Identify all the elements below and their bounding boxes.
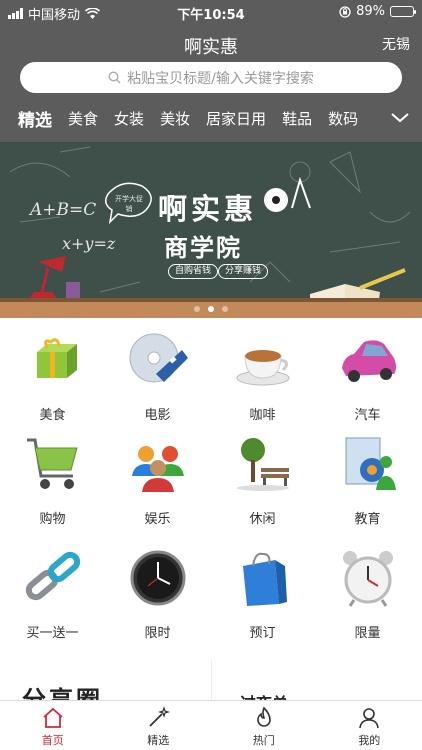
- grid-item-car[interactable]: 汽车: [315, 328, 420, 423]
- search-bar[interactable]: 粘贴宝贝标题/输入关键字搜索: [20, 62, 402, 93]
- category-tab[interactable]: 精选: [18, 106, 52, 131]
- tab-featured[interactable]: 精选: [106, 701, 212, 750]
- home-icon: [43, 707, 63, 728]
- tab-label: 精选: [147, 734, 170, 747]
- grid-item-entertainment[interactable]: 娱乐: [105, 432, 210, 527]
- chain-link-icon: [25, 551, 80, 601]
- battery-icon: [390, 6, 416, 17]
- shopping-cart-icon: [26, 438, 78, 489]
- tab-label: 首页: [41, 734, 64, 747]
- grid-item-reserve[interactable]: 预订: [210, 546, 315, 641]
- banner-pagination: [0, 306, 422, 312]
- orientation-lock-icon: [339, 5, 351, 18]
- grid-item-food[interactable]: 美食: [0, 328, 105, 423]
- tab-label: 我的: [358, 734, 381, 747]
- grid-item-leisure[interactable]: 休闲: [210, 432, 315, 527]
- category-tab[interactable]: 鞋品: [282, 108, 312, 129]
- grid-item-label: 汽车: [354, 408, 381, 423]
- film-disc-icon: [129, 333, 188, 383]
- park-bench-icon: [236, 438, 289, 491]
- city-selector[interactable]: 无锡: [382, 34, 410, 54]
- grid-item-shopping[interactable]: 购物: [0, 432, 105, 527]
- banner-tag-save: 自购省钱: [168, 264, 219, 279]
- tab-me[interactable]: 我的: [317, 701, 422, 750]
- category-tab[interactable]: 美食: [68, 108, 98, 129]
- grid-item-label: 购物: [39, 512, 66, 527]
- pagination-dot[interactable]: [194, 306, 200, 312]
- education-icon: [345, 437, 396, 490]
- banner-subtitle: 商学院: [164, 233, 242, 262]
- grid-item-label: 限量: [354, 626, 381, 641]
- grid-item-buy-one-get-one[interactable]: 买一送一: [0, 546, 105, 641]
- grid-item-label: 买一送一: [26, 626, 79, 641]
- alarm-clock-icon: [342, 551, 393, 607]
- grid-item-label: 预订: [249, 626, 276, 641]
- grid-item-education[interactable]: 教育: [315, 432, 420, 527]
- battery-percent: 89%: [356, 4, 385, 19]
- grid-item-label: 娱乐: [144, 512, 171, 527]
- pagination-dot[interactable]: [222, 306, 228, 312]
- grid-item-movie[interactable]: 电影: [105, 328, 210, 423]
- gift-box-icon: [36, 338, 77, 378]
- clock-icon: [130, 550, 185, 606]
- car-icon: [341, 340, 396, 382]
- grid-item-coffee[interactable]: 咖啡: [210, 328, 315, 423]
- magic-wand-icon: [149, 706, 171, 727]
- page-title: 啊实惠: [184, 37, 238, 58]
- banner-tag-earn: 分享赚钱: [218, 264, 269, 279]
- coffee-cup-icon: [236, 350, 289, 386]
- category-tab[interactable]: 美妆: [160, 108, 190, 129]
- search-placeholder: 粘贴宝贝标题/输入关键字搜索: [127, 70, 314, 87]
- category-tab[interactable]: 居家日用: [206, 108, 266, 129]
- grid-item-label: 美食: [39, 408, 66, 423]
- header: 中国移动 下午10:54 89% 啊实惠 无锡 粘贴宝贝标题/输入关键字搜索 精…: [0, 0, 422, 142]
- flame-icon: [256, 706, 271, 727]
- bubble-text: 开学大促销: [115, 195, 143, 213]
- category-tab[interactable]: 数码: [328, 108, 358, 129]
- chalk-formula-a: A+B=C: [30, 200, 97, 220]
- grid-item-label: 咖啡: [249, 408, 276, 423]
- category-tab[interactable]: 女装: [114, 108, 144, 129]
- tab-label: 热门: [252, 734, 275, 747]
- card-divider: [211, 660, 212, 700]
- tab-home[interactable]: 首页: [0, 701, 106, 750]
- pagination-dot[interactable]: [208, 306, 214, 312]
- grid-item-limited-time[interactable]: 限时: [105, 546, 210, 641]
- category-tabs: 精选 美食 女装 美妆 居家日用 鞋品 数码: [0, 100, 422, 136]
- promo-banner[interactable]: A+B=C x+y=z 开学大促销 啊实惠 商学院 自购省钱 分享赚钱: [0, 142, 422, 318]
- banner-title: 啊实惠: [158, 192, 258, 226]
- shopping-bag-icon: [242, 552, 287, 606]
- grid-item-label: 限时: [144, 626, 171, 641]
- chevron-down-icon: [391, 113, 409, 123]
- user-icon: [359, 708, 380, 729]
- bottom-tab-bar: 首页 精选 热门 我的: [0, 700, 422, 750]
- status-bar: 中国移动 下午10:54 89%: [0, 0, 422, 24]
- category-expand-button[interactable]: [378, 100, 422, 136]
- people-group-icon: [131, 446, 184, 492]
- grid-item-label: 休闲: [249, 512, 276, 527]
- tab-hot[interactable]: 热门: [211, 701, 317, 750]
- chalk-formula-b: x+y=z: [62, 234, 116, 253]
- grid-item-limited-quantity[interactable]: 限量: [315, 546, 420, 641]
- grid-item-label: 电影: [144, 408, 171, 423]
- search-icon: [108, 71, 121, 84]
- grid-item-label: 教育: [354, 512, 381, 527]
